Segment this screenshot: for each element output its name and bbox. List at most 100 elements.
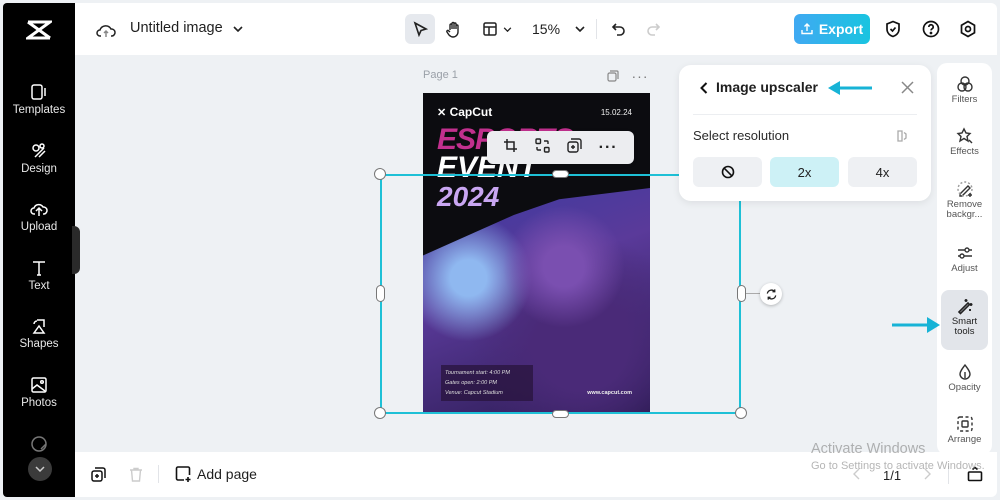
tool-label: Effects — [950, 146, 979, 157]
activate-windows-subtitle: Go to Settings to activate Windows. — [811, 460, 985, 472]
select-resolution-label: Select resolution — [693, 128, 790, 143]
tool-label: Remove backgr... — [946, 199, 983, 220]
panel-title: Image upscaler — [716, 79, 818, 95]
export-icon — [801, 23, 813, 35]
right-tools-panel: Filters Effects Remove backgr... Adjust … — [937, 63, 992, 455]
remove-background-icon — [956, 181, 973, 197]
tool-arrange[interactable]: Arrange — [941, 415, 988, 445]
text-icon — [33, 261, 45, 276]
resize-handle-left[interactable] — [376, 285, 385, 302]
help-icon[interactable] — [920, 18, 942, 40]
sidebar-item-label: Templates — [12, 104, 66, 116]
title-dropdown-icon[interactable] — [231, 23, 245, 35]
tool-label: Filters — [951, 94, 978, 105]
add-page-label: Add page — [197, 466, 257, 482]
annotation-arrow-left — [828, 81, 872, 95]
sidebar-more-button[interactable] — [28, 457, 52, 481]
duplicate-page-icon — [90, 466, 106, 482]
tool-smart-tools[interactable]: Smart tools — [941, 290, 988, 350]
hand-tool-icon[interactable] — [439, 14, 469, 44]
sidebar-item-photos[interactable]: Photos — [3, 376, 75, 426]
annotation-arrow-right — [892, 317, 940, 333]
crop-icon[interactable] — [503, 138, 518, 158]
none-icon — [721, 165, 734, 179]
duplicate-page-button[interactable] — [89, 465, 107, 483]
upload-icon — [30, 203, 48, 216]
opacity-icon — [958, 363, 971, 380]
resize-handle-right[interactable] — [737, 285, 746, 302]
settings-icon[interactable] — [957, 18, 979, 40]
rotate-icon — [766, 288, 776, 300]
tool-label: Smart tools — [951, 316, 978, 337]
chevron-down-icon — [35, 466, 45, 472]
resize-handle-bottom-right[interactable] — [735, 407, 747, 419]
tool-adjust[interactable]: Adjust — [941, 244, 988, 274]
shield-icon[interactable] — [882, 18, 904, 40]
document-title[interactable]: Untitled image — [130, 20, 223, 36]
selection-box[interactable] — [380, 174, 741, 414]
undo-icon[interactable] — [608, 18, 630, 40]
tool-effects[interactable]: Effects — [941, 127, 988, 157]
capcut-editor: Templates Design Upload Text Shapes Phot… — [0, 0, 1000, 500]
zoom-level[interactable]: 15% — [532, 21, 560, 37]
activate-windows-title: Activate Windows — [811, 441, 926, 457]
duplicate-page-icon[interactable] — [606, 69, 620, 83]
layout-icon[interactable] — [479, 14, 501, 44]
sidebar-item-label: Upload — [20, 221, 58, 233]
photos-icon — [31, 377, 47, 393]
tool-label: Arrange — [947, 434, 982, 445]
tool-opacity[interactable]: Opacity — [941, 363, 988, 393]
cloud-save-icon[interactable] — [95, 19, 117, 41]
sidebar-item-upload[interactable]: Upload — [3, 200, 75, 250]
trash-icon — [130, 467, 142, 482]
arrange-icon — [956, 416, 973, 432]
floating-toolbar: ··· — [487, 131, 634, 164]
panel-divider — [693, 114, 917, 115]
layout-dropdown-icon[interactable] — [501, 23, 513, 35]
effects-icon — [955, 127, 972, 144]
sidebar-item-templates[interactable]: Templates — [3, 83, 75, 133]
filters-icon — [956, 76, 973, 92]
resize-handle-bottom-left[interactable] — [374, 407, 386, 419]
rotate-button[interactable] — [760, 283, 782, 305]
sidebar-item-label: Photos — [21, 397, 57, 409]
stickers-icon — [31, 436, 47, 452]
sidebar-item-shapes[interactable]: Shapes — [3, 317, 75, 367]
export-button[interactable]: Export — [794, 14, 870, 44]
rotate-connector — [746, 293, 760, 294]
resolution-option-2x[interactable]: 2x — [770, 157, 839, 187]
resize-handle-top-left[interactable] — [374, 168, 386, 180]
toolbar-divider — [596, 19, 597, 39]
tool-label: Opacity — [948, 382, 981, 393]
back-icon[interactable] — [697, 80, 711, 96]
close-icon[interactable] — [899, 79, 915, 95]
shapes-icon — [32, 319, 46, 334]
duplicate-icon[interactable] — [567, 137, 582, 158]
delete-page-button[interactable] — [127, 465, 145, 483]
poster-date: 15.02.24 — [600, 108, 632, 117]
pointer-icon[interactable] — [405, 14, 435, 44]
capcut-logo[interactable] — [3, 3, 75, 57]
adjust-icon — [957, 247, 972, 259]
sidebar-item-design[interactable]: Design — [3, 142, 75, 192]
add-page-button[interactable]: Add page — [175, 466, 257, 482]
add-page-icon — [175, 466, 191, 482]
templates-icon — [31, 84, 46, 100]
page-more-icon[interactable]: ··· — [632, 68, 648, 84]
poster-brand: ✕ CapCut — [437, 105, 493, 119]
zoom-dropdown-icon[interactable] — [573, 23, 587, 35]
tool-remove-background[interactable]: Remove backgr... — [941, 180, 988, 220]
image-upscaler-panel: Image upscaler Select resolution 2x 4x — [679, 65, 931, 201]
design-icon — [32, 143, 46, 158]
redo-icon[interactable] — [642, 18, 664, 40]
more-options-icon[interactable]: ··· — [599, 139, 618, 157]
resolution-option-none[interactable] — [693, 157, 762, 187]
compare-icon[interactable] — [895, 129, 909, 143]
sidebar-item-text[interactable]: Text — [3, 259, 75, 309]
resize-handle-bottom[interactable] — [552, 410, 569, 418]
replace-icon[interactable] — [535, 137, 550, 158]
resolution-option-4x[interactable]: 4x — [848, 157, 917, 187]
page-label: Page 1 — [423, 69, 458, 81]
resize-handle-top[interactable] — [552, 170, 569, 178]
tool-filters[interactable]: Filters — [941, 75, 988, 105]
